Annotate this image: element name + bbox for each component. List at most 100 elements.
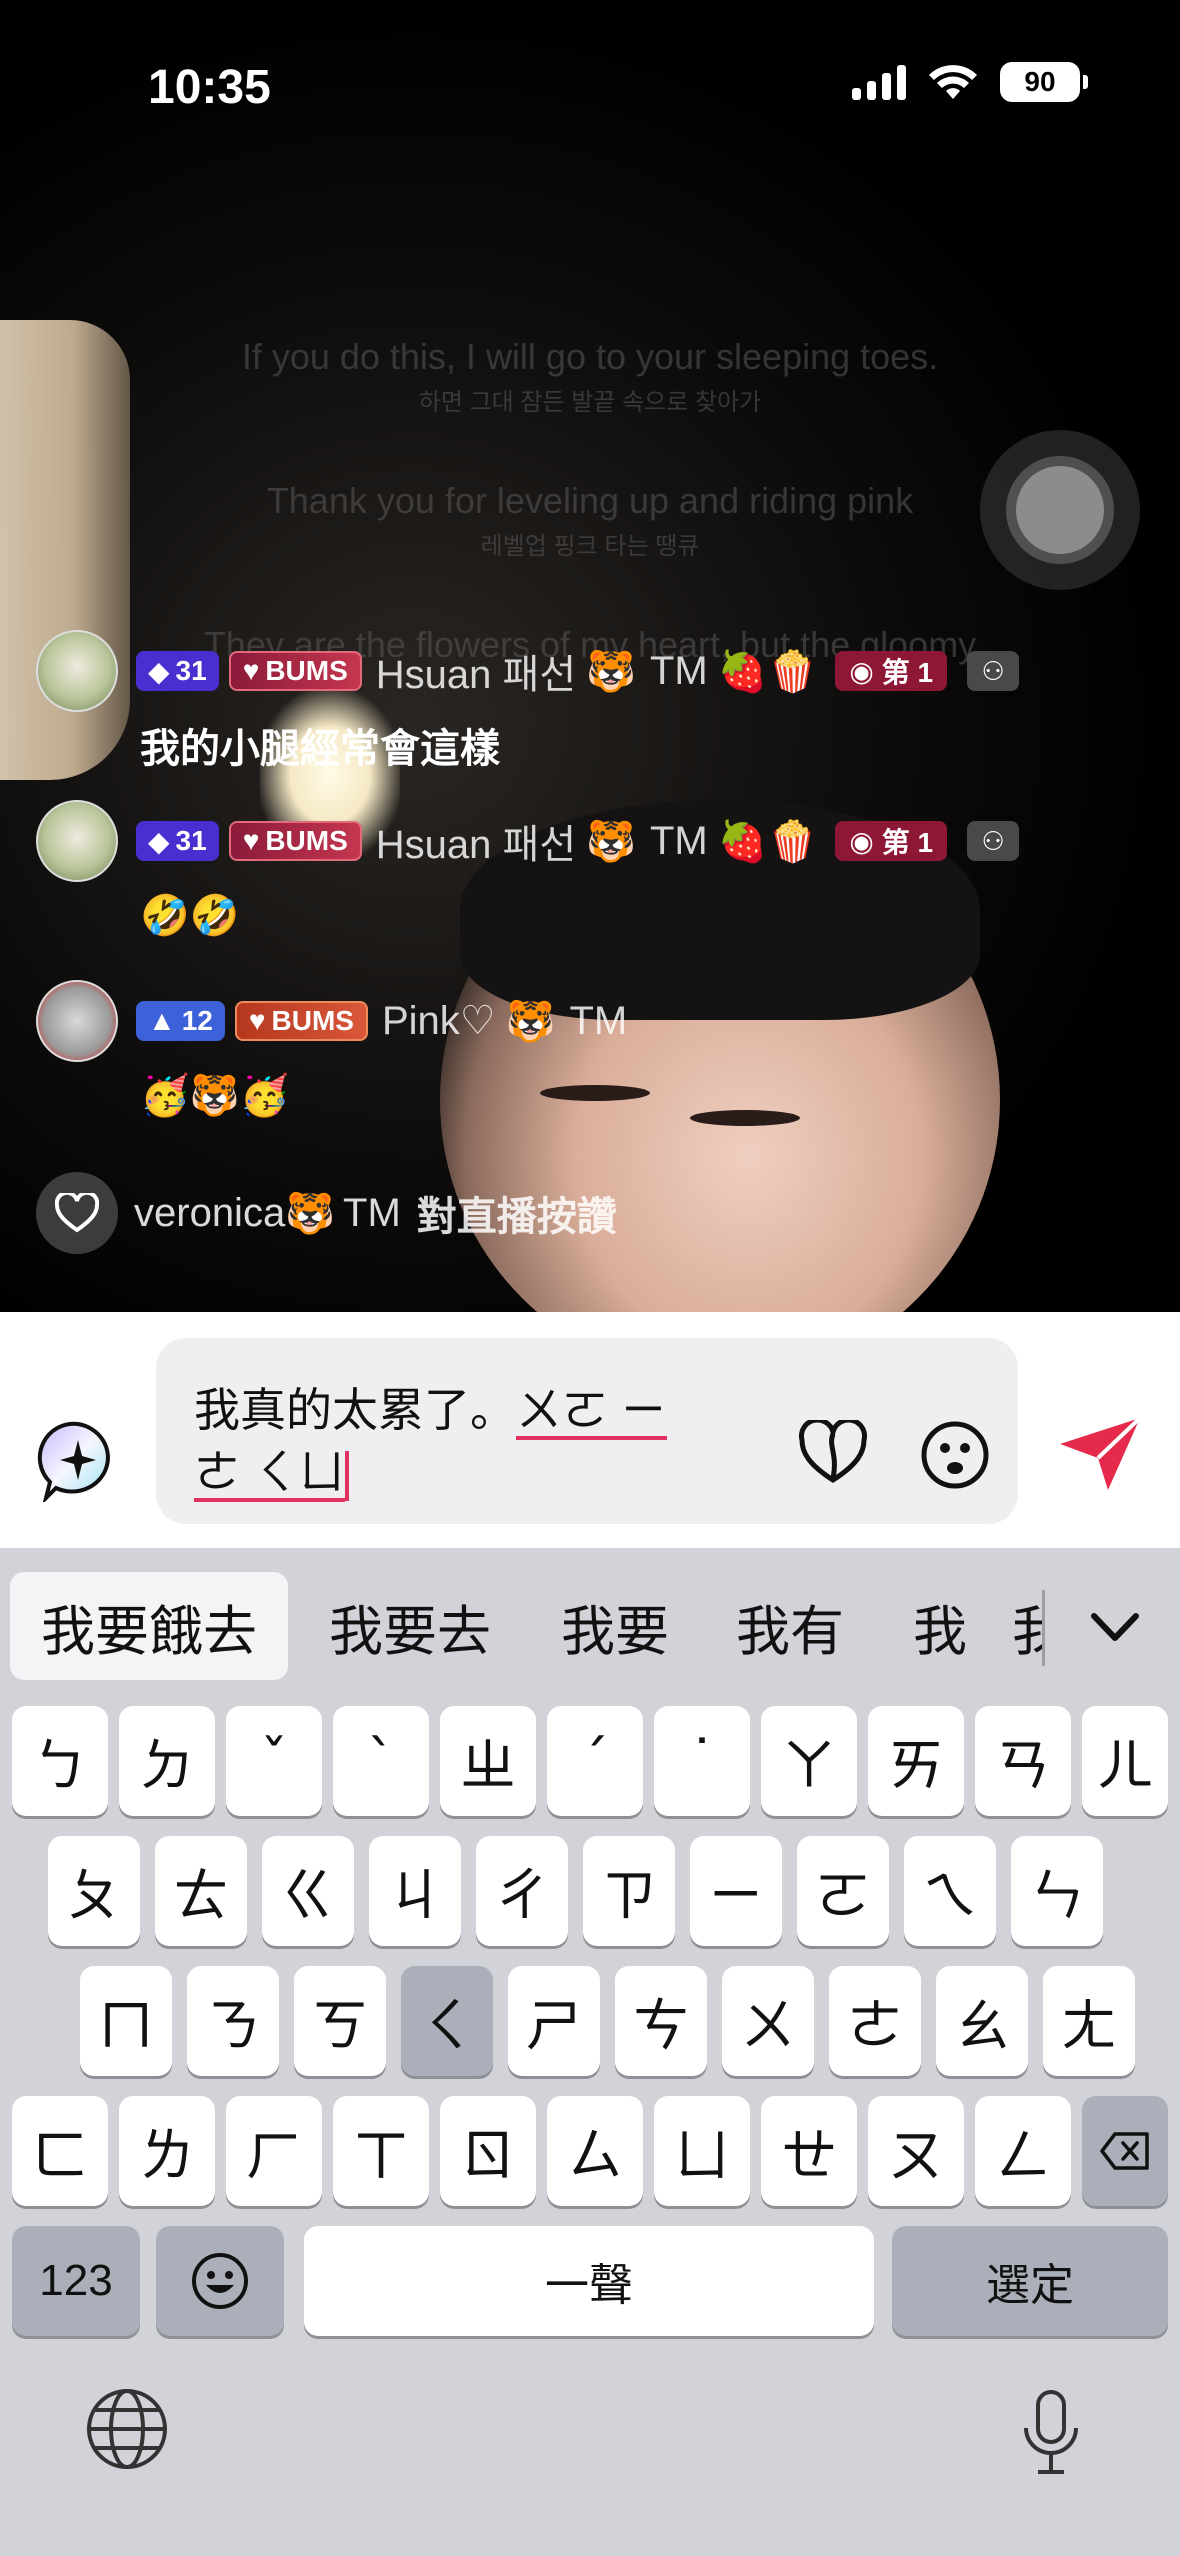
key[interactable]: ㄢ (975, 1706, 1071, 1816)
club-badge: ♥ BUMS (234, 1001, 368, 1041)
numbers-button[interactable]: 123 (12, 2226, 140, 2336)
key[interactable]: ㄉ (119, 1706, 215, 1816)
globe-icon[interactable] (84, 2386, 170, 2472)
lyric-english: If you do this, I will go to your sleepi… (241, 336, 939, 377)
streamer-eye-left (540, 1085, 650, 1101)
emoji-keyboard-button[interactable] (156, 2226, 284, 2336)
avatar[interactable] (36, 980, 118, 1062)
send-icon[interactable] (1058, 1416, 1142, 1492)
backspace-button[interactable] (1082, 2096, 1168, 2206)
chat-header[interactable]: ◆ 31 ♥ BUMS Hsuan 패선 🐯 TM 🍓🍿 ◉ 第 1 ⚇ (36, 800, 1020, 882)
chat-header[interactable]: ◆ 31 ♥ BUMS Hsuan 패선 🐯 TM 🍓🍿 ◉ 第 1 ⚇ (36, 630, 1020, 712)
key[interactable]: ㄝ (761, 2096, 857, 2206)
key[interactable]: ㄍ (262, 1836, 354, 1946)
key[interactable]: ㄙ (547, 2096, 643, 2206)
sparkle-icon[interactable] (36, 1418, 120, 1502)
key[interactable]: ㄠ (936, 1966, 1028, 2076)
chat-header[interactable]: ▲ 12 ♥ BUMS Pink♡ 🐯 TM (36, 980, 627, 1062)
key[interactable]: ㄊ (155, 1836, 247, 1946)
microphone-icon[interactable] (1016, 2388, 1086, 2478)
username[interactable]: Pink♡ (382, 998, 496, 1044)
club-name: BUMS (265, 655, 348, 686)
key[interactable]: ㄌ (119, 2096, 215, 2206)
space-key[interactable]: 一聲 (304, 2226, 874, 2336)
username-tag: TM (569, 998, 628, 1043)
key[interactable]: ㄇ (80, 1966, 172, 2076)
key[interactable]: ㄣ (1011, 1836, 1103, 1946)
key[interactable]: ㄎ (294, 1966, 386, 2076)
key[interactable]: ㄏ (226, 2096, 322, 2206)
username[interactable]: Hsuan 패선 (376, 812, 576, 870)
key[interactable]: ˊ (547, 1706, 643, 1816)
follow-icon[interactable]: ⚇ (967, 651, 1020, 691)
key[interactable]: ˙ (654, 1706, 750, 1816)
candidate-item[interactable]: 我要餓去 (10, 1572, 288, 1680)
chat-message: 🥳🐯🥳 (140, 1074, 290, 1118)
club-badge: ♥ BUMS (228, 821, 362, 861)
text-caret (344, 1450, 349, 1501)
like-username[interactable]: veronica (134, 1191, 285, 1236)
chat-message: 我的小腿經常會這樣 (140, 727, 500, 771)
avatar[interactable] (36, 800, 118, 882)
like-tag: TM (343, 1190, 401, 1235)
candidate-item[interactable]: 我有 (720, 1572, 860, 1680)
club-icon: ♥ (242, 825, 260, 856)
key[interactable]: ˋ (333, 1706, 429, 1816)
key[interactable]: ㄐ (369, 1836, 461, 1946)
key[interactable]: ˇ (226, 1706, 322, 1816)
key[interactable]: ㄆ (48, 1836, 140, 1946)
key[interactable]: ㄡ (868, 2096, 964, 2206)
wifi-icon (929, 65, 977, 99)
chevron-down-icon[interactable] (1080, 1592, 1150, 1662)
gift-heart-icon[interactable] (798, 1420, 868, 1486)
cellular-signal-icon (852, 64, 906, 100)
key[interactable]: ㄞ (868, 1706, 964, 1816)
level-badge: ◆ 31 (136, 821, 219, 861)
key[interactable]: ㄒ (333, 2096, 429, 2206)
username[interactable]: Hsuan 패선 (376, 642, 576, 700)
status-time: 10:35 (148, 61, 271, 114)
key[interactable]: ㄋ (187, 1966, 279, 2076)
key[interactable]: ㄟ (904, 1836, 996, 1946)
key[interactable]: ㄨ (722, 1966, 814, 2076)
key[interactable]: ㄖ (440, 2096, 536, 2206)
key[interactable]: ㄘ (615, 1966, 707, 2076)
key[interactable]: ㄈ (12, 2096, 108, 2206)
club-name: BUMS (271, 1005, 354, 1036)
key[interactable]: ㄗ (583, 1836, 675, 1946)
status-icons: 90 (852, 62, 1088, 102)
select-key[interactable]: 選定 (892, 2226, 1168, 2336)
club-name: BUMS (265, 825, 348, 856)
key[interactable]: ㄜ (829, 1966, 921, 2076)
message-input[interactable]: 我真的太累了。ㄨㄛ ㄧ ㄜ ㄑㄩ (156, 1338, 1018, 1524)
assistive-touch-button[interactable] (980, 430, 1140, 590)
like-text: 對直播按讚 (416, 1195, 617, 1239)
candidate-item[interactable]: 我要去 (310, 1572, 510, 1680)
key[interactable]: ㄦ (1082, 1706, 1168, 1816)
emoji-icon[interactable] (920, 1420, 990, 1490)
candidate-item[interactable]: 我要 (540, 1572, 690, 1680)
key[interactable]: ㄚ (761, 1706, 857, 1816)
username-tag: TM (649, 818, 708, 863)
key-pressed[interactable]: ㄑ (401, 1966, 493, 2076)
level-badge: ▲ 12 (136, 1001, 225, 1041)
rank-badge: ◉ 第 1 (835, 821, 948, 861)
key[interactable]: ㄤ (1043, 1966, 1135, 2076)
key[interactable]: ㄓ (440, 1706, 536, 1816)
key[interactable]: ㄥ (975, 2096, 1071, 2206)
key[interactable]: ㄩ (654, 2096, 750, 2206)
diamond-icon: ◆ (148, 825, 170, 857)
candidate-item[interactable]: 我 (1012, 1572, 1042, 1680)
username-emoji: 🐯 (505, 999, 556, 1044)
lyric-korean: 하면 그대 잠든 발끝 속으로 찾아가 (418, 389, 762, 416)
key[interactable]: ㄧ (690, 1836, 782, 1946)
follow-icon[interactable]: ⚇ (967, 821, 1020, 861)
key[interactable]: ㄛ (797, 1836, 889, 1946)
username-extras: 🍓🍿 (717, 819, 818, 864)
candidate-item[interactable]: 我 (890, 1572, 990, 1680)
like-emoji: 🐯 (285, 1191, 336, 1236)
key[interactable]: ㄔ (476, 1836, 568, 1946)
avatar[interactable] (36, 630, 118, 712)
key[interactable]: ㄕ (508, 1966, 600, 2076)
key[interactable]: ㄅ (12, 1706, 108, 1816)
